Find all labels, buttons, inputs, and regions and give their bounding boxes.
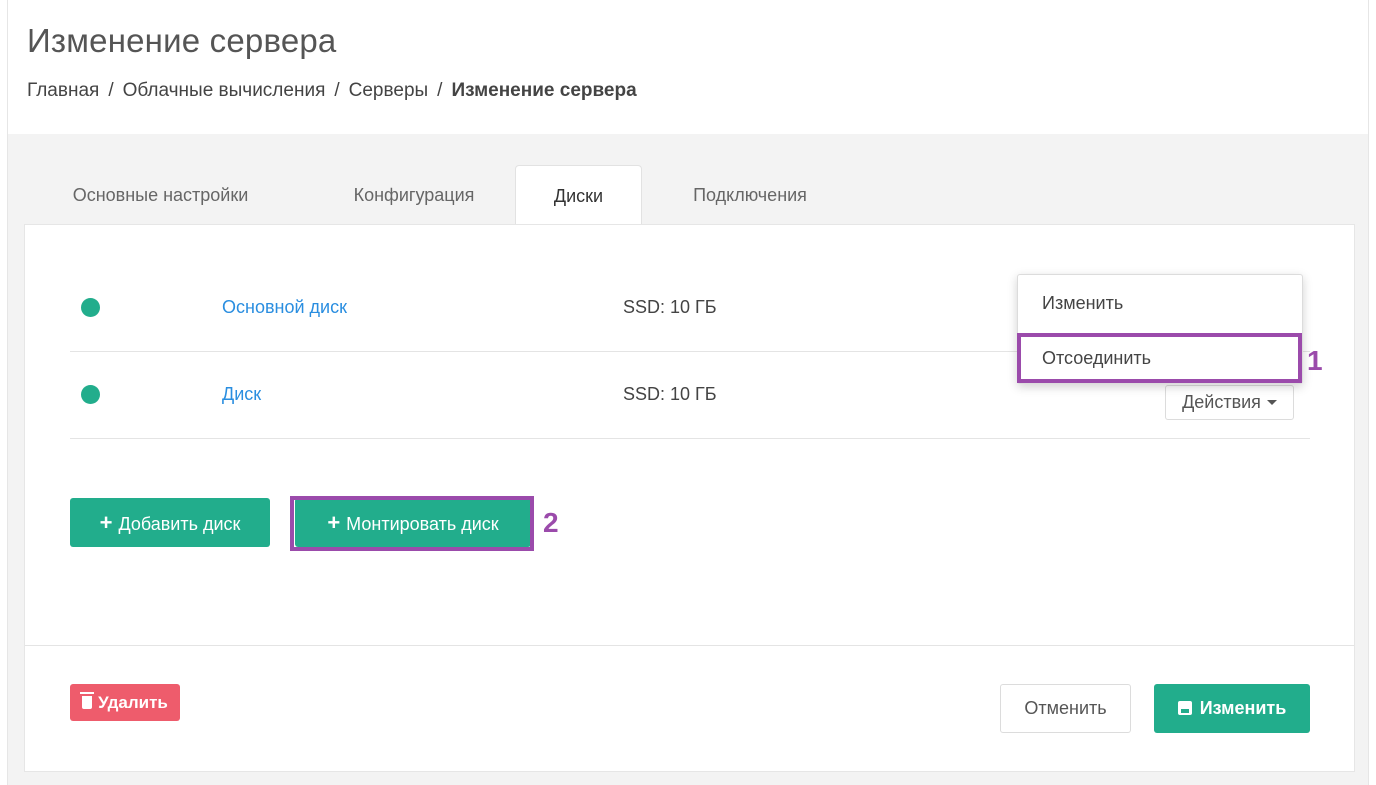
menu-item-detach[interactable]: Отсоединить (1018, 333, 1302, 383)
menu-item-edit[interactable]: Изменить (1018, 278, 1302, 328)
delete-button[interactable]: Удалить (70, 684, 180, 721)
actions-dropdown-button[interactable]: Действия (1165, 385, 1294, 420)
disk-name-link[interactable]: Диск (222, 351, 261, 438)
disk-size: SSD: 10 ГБ (623, 384, 717, 404)
annotation-label: 1 (1307, 345, 1323, 376)
status-indicator (81, 385, 100, 404)
trash-icon (80, 692, 95, 709)
tab-basic-settings[interactable]: Основные настройки (48, 165, 273, 225)
add-disk-label: Добавить диск (118, 514, 241, 534)
status-indicator (81, 298, 100, 317)
actions-dropdown-menu: Изменить Отсоединить (1017, 274, 1303, 384)
disk-size: SSD: 10 ГБ (623, 297, 717, 317)
mount-disk-label: Монтировать диск (346, 514, 499, 534)
add-disk-button[interactable]: + Добавить диск (70, 498, 270, 547)
breadcrumb-separator: / (334, 80, 340, 101)
actions-label: Действия (1182, 392, 1261, 412)
delete-label: Удалить (98, 693, 168, 712)
mount-disk-button[interactable]: + Монтировать диск (295, 498, 531, 547)
plus-icon: + (99, 510, 113, 535)
breadcrumb-cloud[interactable]: Облачные вычисления (123, 80, 326, 101)
page-title: Изменение сервера (27, 22, 337, 59)
annotation-label: 2 (543, 507, 559, 538)
page-header: Изменение сервера Главная / Облачные вычис… (7, 0, 1369, 134)
breadcrumb-home[interactable]: Главная (27, 80, 99, 101)
cancel-button[interactable]: Отменить (1000, 684, 1131, 733)
breadcrumb-separator: / (437, 80, 443, 101)
breadcrumb-servers[interactable]: Серверы (349, 80, 429, 101)
disk-name-link[interactable]: Основной диск (222, 264, 347, 351)
caret-down-icon (1266, 400, 1277, 405)
breadcrumb: Главная / Облачные вычисления / Серверы / Изме… (27, 80, 637, 102)
breadcrumb-current: Изменение сервера (451, 80, 637, 101)
save-button[interactable]: Изменить (1154, 684, 1310, 733)
tab-configuration[interactable]: Конфигурация (324, 165, 504, 225)
tab-disks[interactable]: Диски (515, 165, 642, 226)
plus-icon: + (327, 510, 341, 535)
tab-connections[interactable]: Подключения (669, 165, 831, 225)
breadcrumb-separator: / (108, 80, 114, 101)
floppy-disk-icon (1177, 701, 1192, 715)
footer-divider (25, 645, 1354, 646)
content-area: Основные настройки Конфигурация Диски По… (7, 134, 1369, 785)
save-label: Изменить (1199, 698, 1287, 718)
